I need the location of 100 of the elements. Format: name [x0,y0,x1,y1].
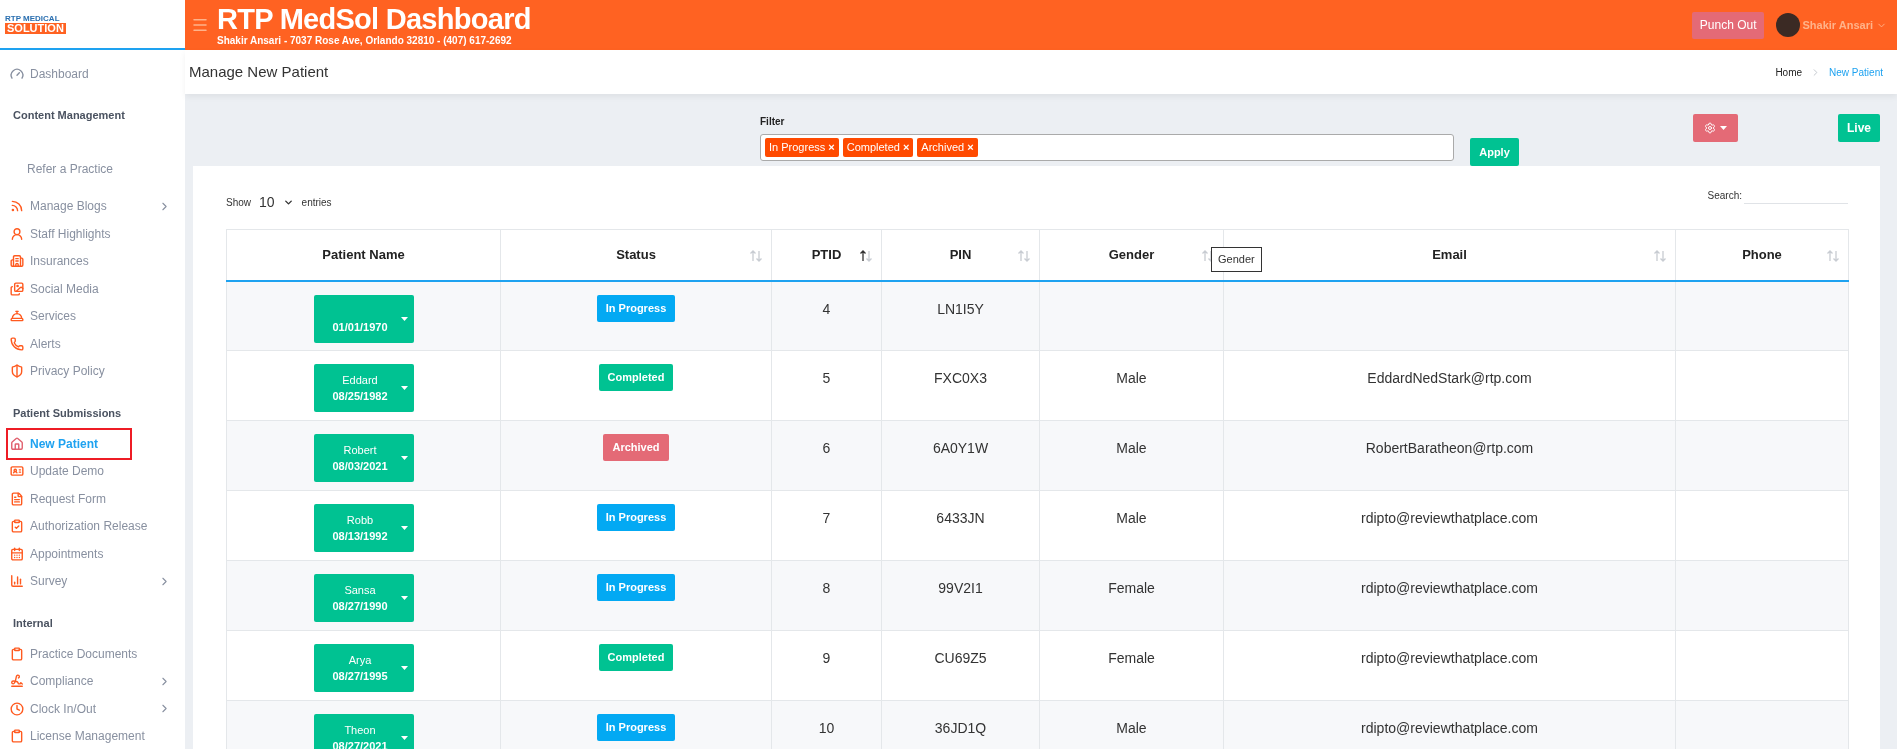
table-cell: rdipto@reviewthatplace.com [1361,510,1538,526]
phone-icon [10,336,24,351]
breadcrumb-link[interactable]: New Patient [1829,64,1883,80]
table-cell: rdipto@reviewthatplace.com [1361,580,1538,596]
sidebar-item[interactable]: Request Form [8,484,115,513]
settings-icon [1704,122,1716,134]
sidebar-item[interactable]: Dashboard [8,59,97,88]
sidebar-item[interactable]: Staff Highlights [8,219,119,248]
column-header[interactable]: PIN [881,229,1040,281]
table-cell: Female [1108,580,1155,596]
sidebar-item[interactable]: Privacy Policy [8,357,113,386]
table-cell: 4 [822,300,831,317]
table-cell: 8 [822,580,831,596]
table-cell: 36JD1Q [934,720,987,736]
caret-icon [400,316,408,321]
table-cell: rdipto@reviewthatplace.com [1361,650,1538,666]
patient-dropdown-button[interactable]: Arya 08/27/1995 [313,644,414,692]
sidebar-item[interactable]: Authorization Release [8,512,156,541]
show-label: Show [226,196,251,210]
sidebar-item[interactable]: Refer a Practice [27,159,114,178]
table-cell: 5 [822,370,831,386]
caret-icon [400,596,408,600]
apply-button[interactable]: Apply [1470,138,1519,166]
images-icon [10,281,24,296]
building-icon [10,254,24,269]
menu-icon[interactable] [191,16,209,34]
sidebar-item[interactable]: New Patient [8,429,130,458]
sidebar-section-title: Internal [13,615,53,631]
caret-icon [400,386,408,390]
table-cell: Male [1116,440,1147,456]
status-badge: In Progress [596,714,676,741]
table-cell: 6A0Y1W [932,440,989,456]
calendar-icon [10,546,24,561]
sidebar-item[interactable]: Manage Blogs [8,192,115,221]
id-card-icon [10,464,24,479]
shield-icon [10,364,24,379]
sidebar-item[interactable]: License Management [8,722,153,749]
sidebar-item[interactable]: Social Media [8,274,107,303]
patient-dropdown-button[interactable]: Sansa 08/27/1990 [313,574,414,622]
caret-icon [400,526,408,530]
page-size-select[interactable]: 10 [257,192,296,213]
sidebar-section-title: Patient Submissions [13,405,122,421]
patient-dropdown-button[interactable]: Robb 08/13/1992 [313,504,414,552]
clipboard-icon [10,729,24,744]
gauge-icon [10,66,24,81]
sidebar-section-title: Content Management [13,108,125,124]
sidebar-item[interactable]: Update Demo [8,457,113,486]
bell-icon [10,309,24,324]
status-badge: In Progress [596,574,676,601]
sidebar-item[interactable]: Survey [8,567,76,596]
table-cell: rdipto@reviewthatplace.com [1361,720,1538,736]
sidebar-item[interactable]: Clock In/Out [8,694,105,723]
table-cell: 7 [822,510,831,526]
table-cell: Male [1116,510,1147,526]
clock-icon [10,701,24,716]
breadcrumb-link[interactable]: Home [1775,64,1803,80]
caret-icon [400,666,408,670]
caret-icon [1720,126,1727,130]
filter-field[interactable]: In Progress × Completed × Archived × [760,134,1454,161]
table-cell: Male [1116,370,1147,386]
status-badge: Completed [598,644,674,671]
status-badge: Completed [598,364,674,391]
live-button[interactable]: Live [1838,114,1880,142]
logo: RTP MEDICAL SOLUTION [5,14,66,34]
patient-dropdown-button[interactable]: Robert 08/03/2021 [313,434,414,482]
filter-tag[interactable]: In Progress × [765,138,839,157]
sidebar-item[interactable]: Practice Documents [8,639,146,668]
sidebar-item[interactable]: Services [8,302,84,331]
patient-dropdown-button[interactable]: 01/01/1970 [313,294,414,343]
status-badge: Archived [603,434,669,461]
column-header[interactable]: Phone [1675,229,1849,281]
avatar[interactable] [1776,13,1801,37]
column-header[interactable]: PTID [771,229,882,281]
table-cell: 10 [818,720,835,736]
table-cell: FXC0X3 [934,370,987,386]
column-header[interactable]: Patient Name [226,229,501,281]
table-cell: 6 [822,440,831,456]
filter-label: Filter [760,115,786,129]
table-cell: 9 [822,650,831,666]
caret-icon [282,197,294,208]
column-header[interactable]: Status [500,229,772,281]
clipboard-check-icon [10,519,24,534]
user-name[interactable]: Shakir Ansari [1802,16,1873,34]
punch-out-button[interactable]: Punch Out [1691,11,1765,39]
tooltip: Gender [1211,247,1262,272]
table-cell: 99V2I1 [938,580,983,596]
filter-tag[interactable]: Completed × [842,138,914,157]
sidebar-item[interactable]: Insurances [8,247,97,276]
table-cell: LN1I5Y [937,300,984,317]
app-subtitle: Shakir Ansari - 7037 Rose Ave, Orlando 32810 - (407) 617-2692 [217,35,513,46]
sidebar-item[interactable]: Appointments [8,539,112,568]
settings-dropdown-button[interactable] [1693,114,1738,142]
patient-dropdown-button[interactable]: Eddard 08/25/1982 [313,364,414,412]
filter-tag[interactable]: Archived × [917,138,978,157]
table-cell: EddardNedStark@rtp.com [1367,370,1532,386]
table-cell: 6433JN [936,510,985,526]
clipboard-icon [10,646,24,661]
sidebar-item[interactable]: Compliance [8,667,102,696]
signature-icon [10,674,24,689]
sidebar-item[interactable]: Alerts [8,329,69,358]
